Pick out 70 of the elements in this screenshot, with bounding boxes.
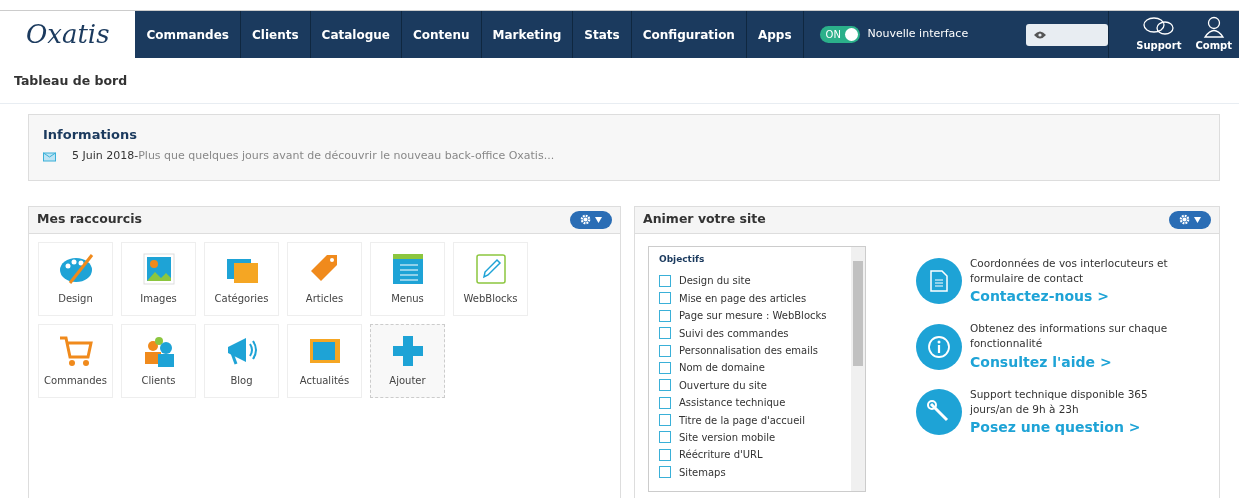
help-text: Coordonnées de vos interlocuteurs et formulaire de contact: [970, 255, 1169, 286]
panel-title: Animer votre site: [643, 210, 766, 229]
help-text: Support technique disponible 365 jours/an de 9h à 23h: [970, 386, 1149, 417]
menu-label[interactable]: Support: [1136, 38, 1182, 53]
add-shortcut-tile[interactable]: Ajouter: [370, 323, 445, 398]
nav-link[interactable]: Configuration: [631, 11, 747, 58]
checkbox[interactable]: [659, 327, 671, 340]
objective-item[interactable]: Nom de domaine: [659, 359, 841, 377]
logo: Oxatis: [24, 18, 111, 51]
settings-button[interactable]: [1169, 210, 1211, 229]
page-title: Tableau de bord: [0, 58, 1239, 104]
panel-title: Mes raccourcis: [37, 210, 142, 229]
news-text: 5 Juin 2018-Plus que quelques jours avant de découvrir le nouveau back-office Oxatis...: [72, 148, 555, 165]
chat-bubbles-icon: [1141, 16, 1176, 38]
checkbox[interactable]: [659, 361, 671, 374]
caret-icon: [595, 216, 602, 223]
caret-icon: [1194, 216, 1201, 223]
objective-item[interactable]: Design du site: [659, 272, 841, 290]
objective-item[interactable]: Personnalisation des emails: [659, 341, 841, 360]
panel-title: Informations: [43, 125, 138, 144]
objective-item[interactable]: Mise en page des articles: [659, 289, 841, 308]
shortcut-tile[interactable]: WebBlocks: [453, 241, 528, 316]
menu-label[interactable]: Compt: [1195, 38, 1232, 53]
checkbox[interactable]: [659, 292, 671, 305]
shortcut-tile[interactable]: Clients: [121, 323, 196, 398]
document-icon: [916, 258, 962, 305]
objective-item[interactable]: Ouverture du site: [659, 376, 841, 394]
checkbox[interactable]: [659, 309, 671, 322]
shortcut-tile[interactable]: Blog: [204, 323, 279, 398]
envelope-icon: [43, 151, 56, 162]
nav-link[interactable]: Clients: [241, 11, 311, 58]
objective-item[interactable]: Réécriture d'URL: [659, 446, 841, 464]
objective-item[interactable]: Page sur mesure : WebBlocks: [659, 307, 841, 325]
user-icon: [1202, 16, 1225, 38]
checkbox[interactable]: [659, 466, 671, 479]
gear-icon: [1179, 214, 1190, 226]
objective-item[interactable]: Site version mobile: [659, 428, 841, 447]
picture-icon: [140, 251, 177, 288]
objective-item[interactable]: Titre de la page d'accueil: [659, 411, 841, 429]
search-field[interactable]: [1026, 23, 1109, 46]
help-text: Obtenez des informations sur chaque fonctionnalité: [970, 321, 1169, 352]
nav-link[interactable]: Apps: [746, 11, 804, 58]
objective-item[interactable]: Assistance technique: [659, 394, 841, 412]
nav-link[interactable]: Commandes: [135, 11, 241, 58]
nav-link[interactable]: Catalogue: [310, 11, 402, 58]
shortcut-tile[interactable]: Commandes: [38, 323, 113, 398]
checkbox[interactable]: [659, 448, 671, 461]
shortcut-tile[interactable]: Actualités: [287, 323, 362, 398]
shortcut-tile[interactable]: Images: [121, 241, 196, 316]
shortcut-tile[interactable]: Menus: [370, 241, 445, 316]
shortcut-tile[interactable]: Articles: [287, 241, 362, 316]
nav-link[interactable]: Marketing: [481, 11, 574, 58]
shortcut-tile[interactable]: Design: [38, 241, 113, 316]
checkbox[interactable]: [659, 379, 671, 392]
checkbox[interactable]: [659, 396, 671, 409]
eye-icon: [1034, 30, 1047, 39]
nav-link[interactable]: Stats: [573, 11, 632, 58]
list-title: Objectifs: [659, 252, 706, 266]
scrollbar[interactable]: [851, 246, 865, 491]
shortcut-tile[interactable]: Catégories: [204, 241, 279, 316]
checkbox[interactable]: [659, 414, 671, 427]
toggle-label: Nouvelle interface: [867, 26, 969, 43]
gear-icon: [580, 214, 591, 226]
objective-item[interactable]: Suivi des commandes: [659, 324, 841, 342]
objective-item[interactable]: Sitemaps: [659, 463, 841, 481]
settings-button[interactable]: [570, 210, 612, 229]
checkbox[interactable]: [659, 274, 671, 287]
checkbox[interactable]: [659, 431, 671, 444]
nav-link[interactable]: Contenu: [401, 11, 482, 58]
checkbox[interactable]: [659, 344, 671, 357]
